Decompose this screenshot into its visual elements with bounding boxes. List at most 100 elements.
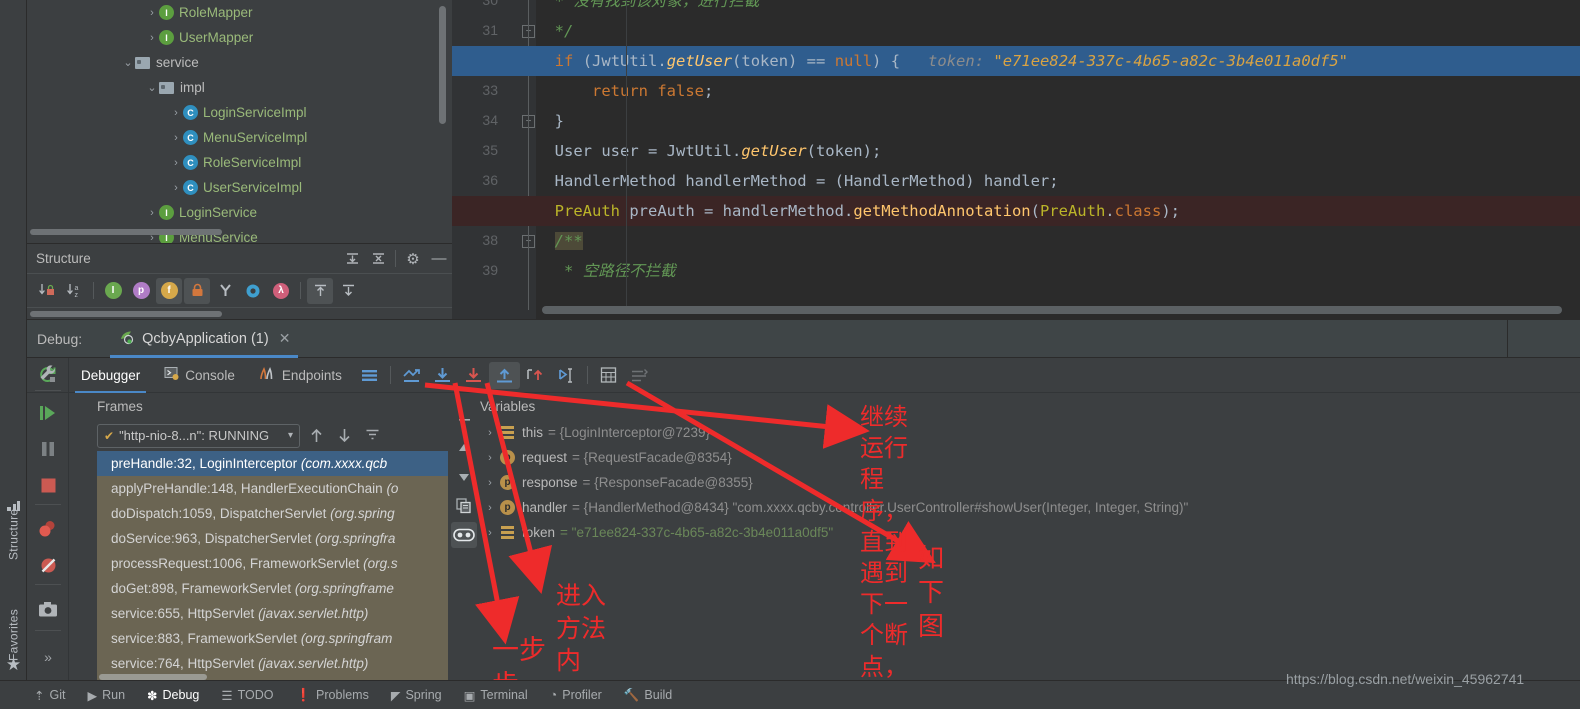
variable-expand-arrow[interactable]: ›	[480, 502, 500, 514]
move-down-icon[interactable]	[451, 464, 477, 490]
frames-list[interactable]: preHandle:32, LoginInterceptor (com.xxxx…	[97, 451, 458, 680]
show-execution-point-icon[interactable]	[396, 362, 427, 389]
toolwindow-spring[interactable]: ◤ Spring	[391, 688, 442, 703]
variable-row[interactable]: › p response = {ResponseFacade@8355}	[480, 470, 1580, 495]
editor-line-current-execution[interactable]: if (JwtUtil.getUser(token) == null) { to…	[452, 46, 1580, 76]
project-tree-vertical-scrollbar[interactable]	[439, 6, 446, 124]
project-tree-horizontal-scrollbar[interactable]	[30, 229, 222, 235]
tree-expand-arrow[interactable]: ›	[169, 132, 183, 144]
project-tree-item[interactable]: › C UserServiceImpl	[27, 175, 452, 200]
editor-line[interactable]: */	[536, 16, 574, 46]
pause-program-icon[interactable]	[37, 438, 59, 460]
frame-row[interactable]: doGet:898, FrameworkServlet (org.springf…	[97, 576, 458, 601]
sort-alphabetically-icon[interactable]: az	[61, 278, 87, 304]
structure-horizontal-scrollbar[interactable]	[30, 311, 222, 317]
evaluate-expression-icon[interactable]	[593, 362, 624, 389]
tree-expand-arrow[interactable]: ›	[145, 32, 159, 44]
frame-row[interactable]: applyPreHandle:148, HandlerExecutionChai…	[97, 476, 458, 501]
collapse-all-icon[interactable]	[365, 246, 391, 272]
project-tree-item[interactable]: › C RoleServiceImpl	[27, 150, 452, 175]
frame-row[interactable]: doDispatch:1059, DispatcherServlet (org.…	[97, 501, 458, 526]
show-properties-icon[interactable]: p	[128, 278, 154, 304]
editor-line[interactable]: * 空路径不拦截	[536, 256, 676, 286]
project-tree-item[interactable]: › C LoginServiceImpl	[27, 100, 452, 125]
variable-expand-arrow[interactable]: ›	[480, 427, 500, 439]
hide-panel-icon[interactable]: —	[426, 246, 452, 272]
debug-session-tab[interactable]: QcbyApplication (1) ✕	[110, 320, 299, 358]
frame-row[interactable]: service:764, HttpServlet (javax.servlet.…	[97, 651, 458, 676]
variable-row[interactable]: › this = {LoginInterceptor@7239}	[480, 420, 1580, 445]
editor-line[interactable]: * 没有找到该对象，进行拦截	[536, 0, 760, 16]
expand-all-icon[interactable]	[339, 246, 365, 272]
arrow-down-icon[interactable]	[332, 424, 356, 448]
sort-by-visibility-icon[interactable]	[33, 278, 59, 304]
copy-value-icon[interactable]	[451, 493, 477, 519]
frame-row[interactable]: preHandle:32, LoginInterceptor (com.xxxx…	[97, 451, 458, 476]
frame-row[interactable]: service:655, HttpServlet (javax.servlet.…	[97, 601, 458, 626]
toolwindow-terminal[interactable]: ▣ Terminal	[464, 688, 528, 703]
show-non-public-icon[interactable]	[184, 277, 210, 304]
move-up-icon[interactable]	[451, 435, 477, 461]
show-inherited-icon[interactable]: I	[100, 278, 126, 304]
mute-breakpoints-icon[interactable]	[37, 554, 59, 576]
thread-selector[interactable]: ✔ "http-nio-8...n": RUNNING ▾	[97, 423, 300, 448]
step-over-icon[interactable]	[427, 362, 458, 389]
editor-line[interactable]: PreAuth preAuth = handlerMethod.getMetho…	[452, 196, 1580, 226]
project-tree-item[interactable]: ⌄ impl	[27, 75, 452, 100]
show-anonymous-icon[interactable]	[240, 278, 266, 304]
view-breakpoints-icon[interactable]	[37, 518, 59, 540]
toolwindow-todo[interactable]: ☰ TODO	[221, 688, 273, 703]
code-editor[interactable]: 3031−32−3334−35363738−39 * 没有找到该对象，进行拦截 …	[452, 0, 1580, 319]
tree-expand-arrow[interactable]: ›	[169, 107, 183, 119]
inspect-icon[interactable]	[451, 522, 477, 548]
settings-icon[interactable]	[624, 362, 655, 389]
close-icon[interactable]: ✕	[279, 330, 291, 347]
toolwindow-run[interactable]: ▶ Run	[87, 688, 125, 703]
editor-line[interactable]: }	[536, 106, 564, 136]
remove-watch-icon[interactable]	[451, 406, 477, 432]
layout-settings-icon[interactable]	[354, 362, 385, 389]
tree-expand-arrow[interactable]: ›	[145, 207, 159, 219]
project-tree[interactable]: › I RoleMapper › I UserMapper ⌄ service ⌄ impl › C L…	[27, 0, 452, 243]
editor-line[interactable]: /**	[536, 226, 583, 256]
tab-console[interactable]: Console	[152, 358, 247, 393]
force-step-into-icon[interactable]	[488, 361, 520, 389]
editor-line[interactable]: User user = JwtUtil.getUser(token);	[536, 136, 882, 166]
variable-row[interactable]: › token = "e71ee824-337c-4b65-a82c-3b4e011…	[480, 520, 1580, 545]
project-tree-item[interactable]: › I UserMapper	[27, 25, 452, 50]
variable-row[interactable]: › p handler = {HandlerMethod@8434} "com.xxx…	[480, 495, 1580, 520]
project-tree-item[interactable]: ⌄ service	[27, 50, 452, 75]
toolwindow-problems[interactable]: ❗ Problems	[295, 688, 368, 703]
tree-expand-arrow[interactable]: ›	[169, 182, 183, 194]
project-tree-item[interactable]: › I RoleMapper	[27, 0, 452, 25]
project-tree-item[interactable]: › C MenuServiceImpl	[27, 125, 452, 150]
editor-line[interactable]: return false;	[536, 76, 713, 106]
variable-expand-arrow[interactable]: ›	[480, 527, 500, 539]
more-actions-icon[interactable]: »	[37, 646, 59, 668]
variable-expand-arrow[interactable]: ›	[480, 452, 500, 464]
settings-gear-icon[interactable]: ⚙	[400, 246, 426, 272]
variable-row[interactable]: › p request = {RequestFacade@8354}	[480, 445, 1580, 470]
resume-program-icon[interactable]	[37, 402, 59, 424]
screenshot-icon[interactable]	[37, 598, 59, 620]
frame-row[interactable]: doService:963, DispatcherServlet (org.sp…	[97, 526, 458, 551]
tree-expand-arrow[interactable]: ›	[169, 157, 183, 169]
tree-expand-arrow[interactable]: ⌄	[145, 81, 159, 94]
tree-expand-arrow[interactable]: ›	[145, 7, 159, 19]
tab-endpoints[interactable]: Endpoints	[247, 358, 354, 393]
toolwindow-debug[interactable]: ✽ Debug	[147, 688, 199, 703]
autoscroll-from-source-icon[interactable]	[335, 278, 361, 304]
run-to-cursor-icon[interactable]	[551, 362, 582, 389]
project-tree-item[interactable]: › I LoginService	[27, 200, 452, 225]
editor-line[interactable]: HandlerMethod handlerMethod = (HandlerMe…	[536, 166, 1059, 196]
arrow-up-icon[interactable]	[304, 424, 328, 448]
filter-icon[interactable]	[360, 424, 384, 448]
show-fields-icon[interactable]: f	[156, 277, 182, 304]
toolwindow-profiler[interactable]: ◔ Profiler	[550, 688, 602, 702]
frame-row[interactable]: processRequest:1006, FrameworkServlet (o…	[97, 551, 458, 576]
frame-row[interactable]: service:883, FrameworkServlet (org.sprin…	[97, 626, 458, 651]
step-into-icon[interactable]	[458, 362, 489, 389]
tab-debugger[interactable]: Debugger	[69, 358, 152, 393]
step-out-icon[interactable]	[520, 362, 551, 389]
autoscroll-to-source-icon[interactable]	[307, 277, 333, 304]
